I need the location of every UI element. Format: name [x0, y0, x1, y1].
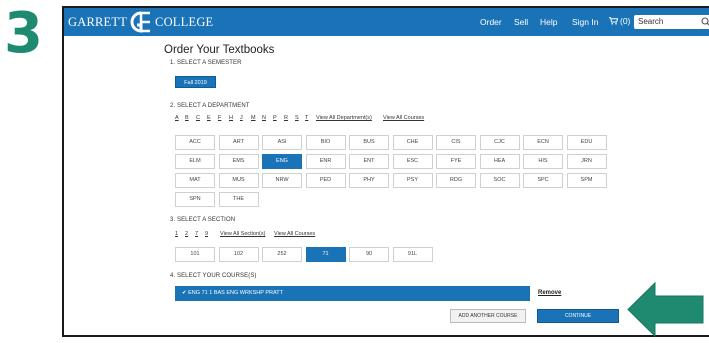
department-letter-t[interactable]: T — [305, 115, 308, 121]
department-letter-r[interactable]: R — [284, 115, 288, 121]
selected-course-row[interactable]: ✔ ENG 71 1 BAS ENG WRKSHP PRATT — [175, 286, 530, 301]
department-button-mus[interactable]: MUS — [218, 173, 259, 188]
department-button-eng[interactable]: ENG — [262, 154, 302, 169]
section-button-90[interactable]: 90 — [349, 247, 389, 262]
department-button-enr[interactable]: ENR — [305, 154, 346, 169]
section-view-all-courses-link[interactable]: View All Courses — [274, 231, 315, 237]
department-button-spm[interactable]: SPM — [566, 173, 607, 188]
department-button-ent[interactable]: ENT — [349, 154, 389, 169]
nav-sell[interactable]: Sell — [514, 17, 528, 27]
department-letter-b[interactable]: B — [185, 115, 189, 121]
department-button-cis[interactable]: CIS — [436, 135, 476, 150]
logo-mark-icon — [130, 11, 151, 33]
section-button-252[interactable]: 252 — [262, 247, 302, 262]
view-all-sections-link[interactable]: View All Section(s) — [220, 231, 265, 237]
department-letter-f[interactable]: F — [218, 115, 221, 121]
department-letter-n[interactable]: N — [262, 115, 266, 121]
department-button-asi[interactable]: ASI — [262, 135, 302, 150]
cart-icon — [609, 17, 618, 25]
college-logo[interactable]: GARRETT COLLEGE — [68, 11, 213, 33]
section-button-91l[interactable]: 91L — [392, 247, 433, 262]
page-title: Order Your Textbooks — [164, 44, 275, 56]
section-filter-9[interactable]: 9 — [205, 231, 208, 237]
section-button-71[interactable]: 71 — [305, 247, 346, 262]
department-letter-a[interactable]: A — [175, 115, 179, 121]
nav-sign-in[interactable]: Sign In — [572, 17, 598, 27]
main-content: Order Your Textbooks 1. SELECT A SEMESTE… — [64, 36, 709, 335]
search-icon[interactable] — [701, 17, 709, 27]
view-all-departments-link[interactable]: View All Department(s) — [316, 115, 372, 121]
department-label: 2. SELECT A DEPARTMENT — [170, 103, 250, 109]
department-button-jrn[interactable]: JRN — [566, 154, 607, 169]
department-button-the[interactable]: THE — [218, 192, 259, 207]
department-button-fye[interactable]: FYE — [436, 154, 476, 169]
section-filter-7[interactable]: 7 — [195, 231, 198, 237]
section-label: 3. SELECT A SECTION — [170, 217, 236, 223]
department-button-rdg[interactable]: RDG — [436, 173, 476, 188]
department-button-mat[interactable]: MAT — [175, 173, 215, 188]
department-button-spc[interactable]: SPC — [523, 173, 563, 188]
department-button-spn[interactable]: SPN — [175, 192, 215, 207]
step-number-text: 3 — [4, 1, 43, 66]
department-button-soc[interactable]: SOC — [479, 173, 520, 188]
department-button-esc[interactable]: ESC — [392, 154, 433, 169]
cart-count: (0) — [620, 16, 631, 26]
department-letter-s[interactable]: S — [295, 115, 299, 121]
department-letter-e[interactable]: E — [207, 115, 211, 121]
search-input[interactable]: Search — [634, 15, 709, 29]
step-number: 3 — [4, 1, 50, 66]
browser-frame: GARRETT COLLEGE Order Sell Help Sign In … — [62, 6, 709, 337]
department-button-psy[interactable]: PSY — [392, 173, 433, 188]
logo-text-left: GARRETT — [68, 14, 128, 29]
section-button-102[interactable]: 102 — [218, 247, 259, 262]
add-another-course-button[interactable]: ADD ANOTHER COURSE — [450, 309, 526, 323]
search-placeholder: Search — [638, 17, 664, 26]
department-button-acc[interactable]: ACC — [175, 135, 215, 150]
department-button-edu[interactable]: EDU — [566, 135, 607, 150]
logo-text-right: COLLEGE — [155, 14, 214, 29]
cart-link[interactable]: (0) — [609, 16, 630, 26]
department-button-bus[interactable]: BUS — [349, 135, 389, 150]
department-button-phy[interactable]: PHY — [349, 173, 389, 188]
courses-label: 4. SELECT YOUR COURSE(S) — [170, 273, 257, 279]
semester-label: 1. SELECT A SEMESTER — [170, 60, 242, 66]
continue-button[interactable]: CONTINUE — [537, 309, 619, 323]
remove-course-link[interactable]: Remove — [538, 290, 561, 296]
section-button-101[interactable]: 101 — [175, 247, 215, 262]
department-button-ped[interactable]: PED — [305, 173, 346, 188]
department-button-cjc[interactable]: CJC — [479, 135, 520, 150]
department-letter-m[interactable]: M — [251, 115, 256, 121]
department-letter-j[interactable]: J — [240, 115, 243, 121]
department-button-hea[interactable]: HEA — [479, 154, 520, 169]
department-button-bio[interactable]: BIO — [305, 135, 346, 150]
department-button-che[interactable]: CHE — [392, 135, 433, 150]
department-button-ems[interactable]: EMS — [218, 154, 259, 169]
department-button-his[interactable]: HIS — [523, 154, 563, 169]
section-filter-2[interactable]: 2 — [185, 231, 188, 237]
department-button-nrw[interactable]: NRW — [262, 173, 302, 188]
top-navbar: GARRETT COLLEGE Order Sell Help Sign In … — [64, 8, 709, 36]
view-all-courses-link[interactable]: View All Courses — [383, 115, 424, 121]
semester-button-fall-2019[interactable]: Fall 2019 — [175, 76, 216, 88]
department-button-art[interactable]: ART — [218, 135, 259, 150]
department-button-elm[interactable]: ELM — [175, 154, 215, 169]
nav-order[interactable]: Order — [480, 17, 502, 27]
arrow-left-annotation-icon — [627, 281, 704, 338]
section-filter-1[interactable]: 1 — [175, 231, 178, 237]
nav-help[interactable]: Help — [540, 17, 557, 27]
department-button-ecn[interactable]: ECN — [523, 135, 563, 150]
department-letter-c[interactable]: C — [196, 115, 200, 121]
department-letter-p[interactable]: P — [273, 115, 277, 121]
department-letter-h[interactable]: H — [229, 115, 233, 121]
